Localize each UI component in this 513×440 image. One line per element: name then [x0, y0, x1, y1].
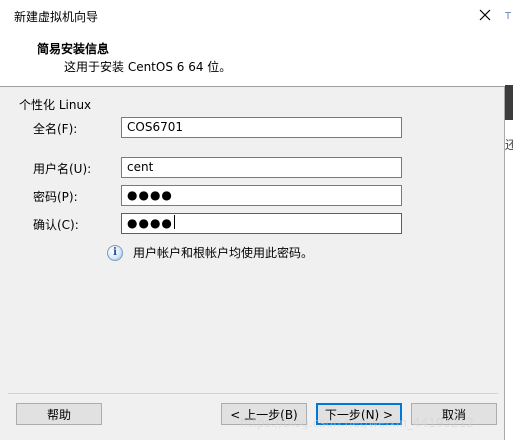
username-label: 用户名(U):	[33, 162, 92, 176]
info-text: 用户帐户和根帐户均使用此密码。	[133, 246, 314, 260]
footer-divider	[8, 393, 498, 394]
username-field[interactable]: cent	[121, 157, 402, 178]
page-subtitle: 这用于安装 CentOS 6 64 位。	[64, 60, 232, 74]
username-value: cent	[127, 160, 154, 174]
background-text: T	[505, 11, 512, 22]
password-value: ●●●●	[127, 188, 173, 202]
window-title: 新建虚拟机向导	[14, 10, 99, 24]
fullname-value: COS6701	[127, 120, 183, 134]
new-vm-wizard-dialog: 新建虚拟机向导 简易安装信息 这用于安装 CentOS 6 64 位。 个性化 …	[0, 0, 505, 440]
wizard-header: 简易安装信息 这用于安装 CentOS 6 64 位。	[0, 31, 505, 87]
confirm-label: 确认(C):	[33, 218, 79, 232]
watermark: https://blog.csdn.net/weixin_44193212	[240, 416, 475, 430]
background-bar	[505, 85, 513, 120]
info-message: i 用户帐户和根帐户均使用此密码。	[107, 244, 313, 261]
confirm-value: ●●●●	[127, 216, 173, 230]
confirm-password-field[interactable]: ●●●●	[121, 213, 402, 234]
password-field[interactable]: ●●●●	[121, 185, 402, 206]
fullname-label: 全名(F):	[33, 122, 78, 136]
background-char: 还	[505, 138, 513, 152]
password-label: 密码(P):	[33, 190, 78, 204]
text-caret	[173, 215, 175, 229]
background-window	[505, 0, 513, 440]
fullname-field[interactable]: COS6701	[121, 117, 402, 138]
title-bar: 新建虚拟机向导	[0, 0, 505, 31]
close-button[interactable]	[473, 4, 497, 26]
page-title: 简易安装信息	[37, 42, 110, 56]
close-icon	[479, 9, 491, 21]
info-icon: i	[107, 244, 123, 261]
group-label-personalize-linux: 个性化 Linux	[19, 98, 92, 112]
help-button[interactable]: 帮助	[16, 403, 102, 425]
